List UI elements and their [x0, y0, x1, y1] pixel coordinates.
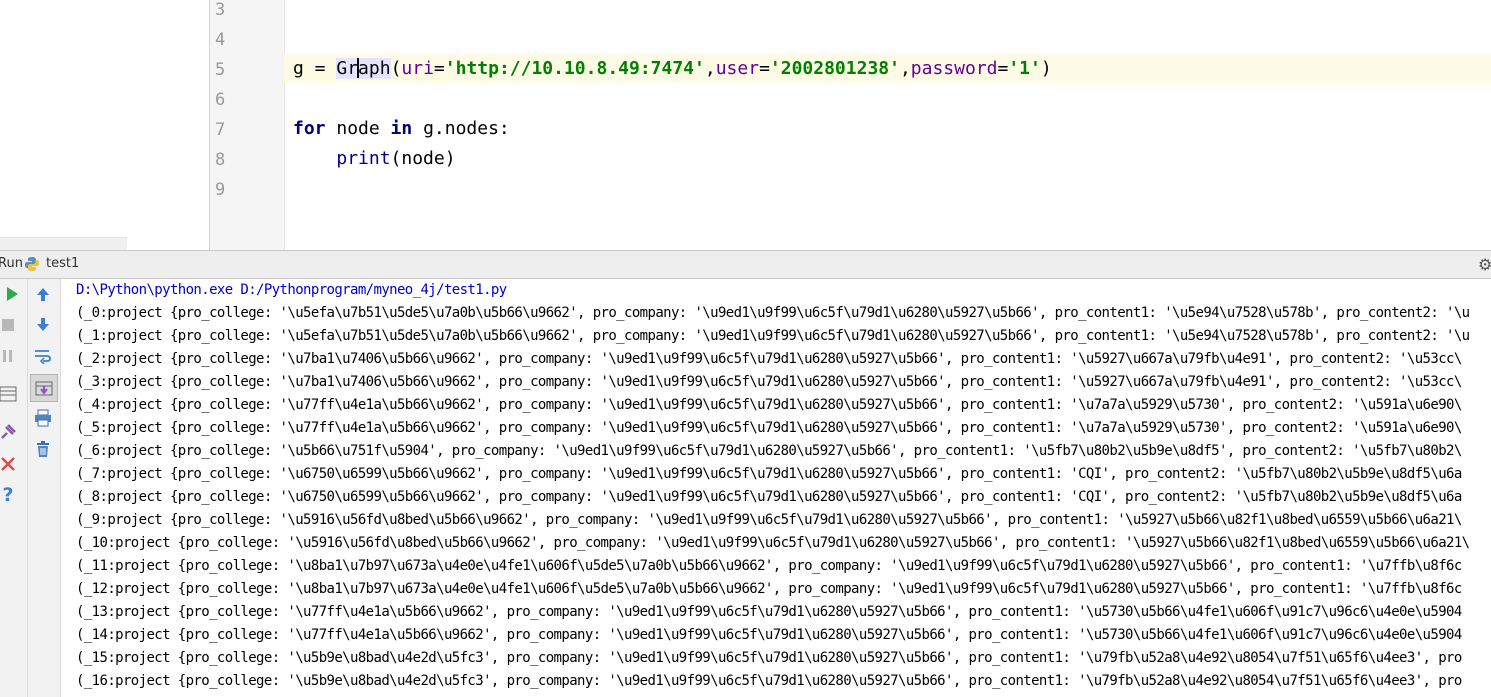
console-output-line: (_14:project {pro_college: '\u77ff\u4e1a…: [76, 627, 1462, 643]
code-token: ,: [899, 58, 911, 79]
console-output-line: (_3:project {pro_college: '\u7ba1\u7406\…: [76, 374, 1462, 390]
run-title: Run: [0, 256, 23, 271]
arrow-up-icon: [37, 288, 49, 301]
project-panel-edge: [0, 0, 209, 250]
run-tool-window-header: Run test1 ⚙: [0, 250, 1491, 279]
console-output-line: (_16:project {pro_college: '\u5b9e\u8bad…: [76, 673, 1462, 689]
console-output-line: (_9:project {pro_college: '\u5916\u56fd\…: [76, 512, 1462, 528]
play-icon: [7, 287, 18, 301]
line-number: 6: [215, 90, 226, 110]
code-token: (: [390, 58, 402, 79]
code-line-7[interactable]: for node in g.nodes:: [293, 114, 510, 144]
pin-icon: [1, 424, 16, 439]
console-output-line: (_4:project {pro_college: '\u77ff\u4e1a\…: [76, 397, 1462, 413]
trash-icon: [37, 441, 49, 457]
code-token: print: [336, 148, 391, 169]
code-token: aph: [358, 58, 391, 79]
code-token: ): [1040, 58, 1052, 79]
console-output-line: (_0:project {pro_college: '\u5efa\u7b51\…: [76, 305, 1470, 321]
help-button[interactable]: ?: [0, 483, 20, 507]
console-output-line: (_6:project {pro_college: '\u5b66\u751f\…: [76, 443, 1462, 459]
console-output[interactable]: D:\Python\python.exe D:/Pythonprogram/my…: [61, 279, 1491, 697]
project-panel-scrollbar[interactable]: [0, 237, 127, 251]
identifier-highlight: Graph: [336, 58, 391, 79]
layout-icon: [0, 386, 17, 402]
pin-button[interactable]: [0, 420, 20, 444]
console-output-line: (_8:project {pro_college: '\u6750\u6599\…: [76, 489, 1462, 505]
console-output-line: (_10:project {pro_college: '\u5916\u56fd…: [76, 535, 1470, 551]
previous-occurrence-button[interactable]: [31, 282, 55, 306]
console-output-line: (_2:project {pro_college: '\u7ba1\u7406\…: [76, 351, 1462, 367]
console-output-line: (_5:project {pro_college: '\u77ff\u4e1a\…: [76, 420, 1462, 436]
code-token: user: [715, 58, 760, 79]
clear-all-button[interactable]: [31, 437, 55, 461]
code-line-5[interactable]: g = Graph(uri='http://10.10.8.49:7474',u…: [293, 54, 1052, 84]
code-token: 'http://10.10.8.49:7474': [444, 58, 705, 79]
close-icon: [1, 457, 15, 471]
run-config-name[interactable]: test1: [46, 256, 79, 271]
next-occurrence-button[interactable]: [31, 313, 55, 337]
code-token: in: [390, 118, 413, 139]
stop-icon: [2, 319, 14, 331]
line-number: 4: [215, 30, 226, 50]
console-output-line: (_13:project {pro_college: '\u77ff\u4e1a…: [76, 604, 1462, 620]
console-output-line: (_1:project {pro_college: '\u5efa\u7b51\…: [76, 328, 1470, 344]
code-token: '2002801238': [769, 58, 900, 79]
code-token: ,: [704, 58, 716, 79]
code-token: g.nodes:: [412, 118, 510, 139]
print-button[interactable]: [31, 406, 55, 430]
line-number: 8: [215, 150, 226, 170]
scroll-to-end-icon: [35, 381, 53, 396]
print-icon: [35, 409, 51, 427]
pause-button[interactable]: [0, 344, 20, 368]
line-number: 3: [215, 0, 226, 20]
code-token: for: [293, 118, 326, 139]
line-number: 5: [215, 60, 226, 80]
code-token: password: [910, 58, 998, 79]
console-output-line: (_11:project {pro_college: '\u8ba1\u7b97…: [76, 558, 1462, 574]
code-token: uri: [401, 58, 434, 79]
code-token: g: [293, 58, 304, 79]
soft-wrap-icon: [35, 350, 51, 364]
code-token: '1': [1008, 58, 1041, 79]
line-number: 9: [215, 180, 226, 200]
code-token: node: [325, 118, 391, 139]
console-output-line: (_7:project {pro_college: '\u6750\u6599\…: [76, 466, 1462, 482]
layout-button[interactable]: [0, 382, 20, 406]
run-toolbar-secondary: [28, 279, 61, 697]
stop-button[interactable]: [0, 313, 20, 337]
arrow-down-icon: [37, 318, 49, 331]
console-output-line: (_12:project {pro_college: '\u8ba1\u7b97…: [76, 581, 1462, 597]
help-icon: ?: [2, 484, 14, 506]
code-token: =: [759, 58, 770, 79]
console-command-line: D:\Python\python.exe D:/Pythonprogram/my…: [76, 282, 507, 298]
pause-icon: [3, 350, 12, 362]
rerun-button[interactable]: [0, 282, 24, 306]
run-toolbar-primary: ?: [0, 279, 28, 697]
code-token: (node): [390, 148, 456, 169]
gear-icon[interactable]: ⚙: [1478, 255, 1491, 274]
code-token: =: [997, 58, 1009, 79]
code-token: =: [433, 58, 445, 79]
scroll-to-end-button[interactable]: [30, 374, 58, 402]
soft-wrap-button[interactable]: [31, 344, 55, 368]
code-token: =: [303, 58, 337, 79]
code-token: Gr: [336, 58, 359, 79]
close-button[interactable]: [0, 452, 20, 476]
code-editor[interactable]: 3 4 5 6 7 8 9 g = Graph(uri='http://10.1…: [0, 0, 1491, 251]
code-line-8[interactable]: print(node): [293, 144, 456, 174]
python-icon: [25, 257, 39, 271]
console-output-line: (_15:project {pro_college: '\u5b9e\u8bad…: [76, 650, 1462, 666]
line-number: 7: [215, 120, 226, 140]
